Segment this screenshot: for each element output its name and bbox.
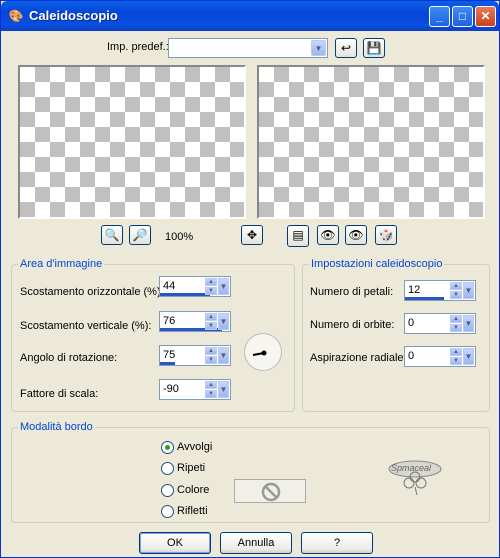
preset-label: Imp. predef.: <box>107 41 169 53</box>
spin-down-icon[interactable]: ▼ <box>205 390 217 398</box>
image-area-title: Area d'immagine <box>18 258 105 270</box>
v-offset-label: Scostamento verticale (%): <box>20 320 152 332</box>
reset-icon[interactable]: ↩ <box>335 38 357 58</box>
reflect-label[interactable]: Rifletti <box>177 505 208 517</box>
color-label[interactable]: Colore <box>177 484 209 496</box>
spin-up-icon[interactable]: ▲ <box>205 313 217 321</box>
chevron-down-icon[interactable]: ▼ <box>218 278 229 295</box>
spin-down-icon[interactable]: ▼ <box>450 324 462 332</box>
chevron-down-icon[interactable]: ▼ <box>463 282 474 299</box>
petals-value[interactable]: 12 <box>408 284 420 296</box>
disabled-icon <box>261 482 281 502</box>
randomize-icon[interactable]: 🎲 <box>375 225 397 245</box>
color-swatch[interactable] <box>234 479 306 503</box>
h-offset-label: Scostamento orizzontale (%): <box>20 286 164 298</box>
spiral-label: Aspirazione radiale: <box>310 352 407 364</box>
maximize-button[interactable]: □ <box>452 6 473 27</box>
spin-down-icon[interactable]: ▼ <box>450 357 462 365</box>
petals-label: Numero di petali: <box>310 286 394 298</box>
help-button[interactable]: ? <box>301 532 373 554</box>
h-offset-value[interactable]: 44 <box>163 280 175 292</box>
petals-spinner[interactable]: 12 ▲ ▼ ▼ <box>404 280 476 301</box>
proof-icon[interactable]: 👁 <box>317 225 339 245</box>
pan-icon[interactable]: ✥ <box>241 225 263 245</box>
h-offset-bar <box>160 293 211 296</box>
scale-label: Fattore di scala: <box>20 388 99 400</box>
kaleidoscope-settings-title: Impostazioni caleidoscopio <box>309 258 445 270</box>
v-offset-spinner[interactable]: 76 ▲ ▼ ▼ <box>159 311 231 332</box>
zoom-level: 100% <box>165 231 194 243</box>
edge-mode-title: Modalità bordo <box>18 421 95 433</box>
wrap-label[interactable]: Avvolgi <box>177 441 212 453</box>
angle-value[interactable]: 75 <box>163 349 175 361</box>
chevron-down-icon[interactable]: ▼ <box>218 313 229 330</box>
repeat-label[interactable]: Ripeti <box>177 462 205 474</box>
scale-spinner[interactable]: -90 ▲ ▼ ▼ <box>159 379 231 400</box>
preview-toggle-icon[interactable]: ▤ <box>287 225 309 247</box>
watermark-logo: Spmaceal <box>385 457 445 497</box>
zoom-in-icon[interactable]: 🔎 <box>129 225 151 245</box>
chevron-down-icon[interactable]: ▼ <box>463 315 474 332</box>
result-preview <box>257 65 485 219</box>
angle-spinner[interactable]: 75 ▲ ▼ ▼ <box>159 345 231 366</box>
spiral-value[interactable]: 0 <box>408 350 414 362</box>
chevron-down-icon[interactable]: ▼ <box>311 40 326 56</box>
spin-up-icon[interactable]: ▲ <box>450 315 462 323</box>
title-bar[interactable]: 🎨 Caleidoscopio _ □ ✕ <box>1 1 499 31</box>
spin-up-icon[interactable]: ▲ <box>450 282 462 290</box>
orbits-label: Numero di orbite: <box>310 319 395 331</box>
angle-label: Angolo di rotazione: <box>20 352 118 364</box>
color-radio[interactable] <box>161 484 174 497</box>
spiral-spinner[interactable]: 0 ▲ ▼ ▼ <box>404 346 476 367</box>
spin-up-icon[interactable]: ▲ <box>205 278 217 286</box>
spin-down-icon[interactable]: ▼ <box>205 356 217 364</box>
orbits-spinner[interactable]: 0 ▲ ▼ ▼ <box>404 313 476 334</box>
chevron-down-icon[interactable]: ▼ <box>463 348 474 365</box>
cancel-button[interactable]: Annulla <box>220 532 292 554</box>
spin-up-icon[interactable]: ▲ <box>205 381 217 389</box>
preset-select[interactable]: ▼ <box>168 38 328 58</box>
rotation-dial[interactable] <box>244 333 282 371</box>
angle-bar <box>160 362 175 365</box>
scale-value[interactable]: -90 <box>163 383 179 395</box>
repeat-radio[interactable] <box>161 462 174 475</box>
spin-down-icon[interactable]: ▼ <box>205 322 217 330</box>
spin-down-icon[interactable]: ▼ <box>450 291 462 299</box>
zoom-out-icon[interactable]: 🔍 <box>101 225 123 245</box>
minimize-button[interactable]: _ <box>429 6 450 27</box>
kaleidoscope-dialog: 🎨 Caleidoscopio _ □ ✕ Imp. predef.: ▼ ↩ … <box>0 0 500 558</box>
chevron-down-icon[interactable]: ▼ <box>218 347 229 364</box>
watermark-text: Spmaceal <box>391 463 432 473</box>
paint-shop-icon[interactable]: 🎨 <box>8 8 24 24</box>
spin-up-icon[interactable]: ▲ <box>450 348 462 356</box>
dial-needle-icon <box>252 350 267 356</box>
h-offset-spinner[interactable]: 44 ▲ ▼ ▼ <box>159 276 231 297</box>
ok-button[interactable]: OK <box>139 532 211 554</box>
auto-proof-icon[interactable]: 👁 <box>345 225 367 245</box>
reflect-radio[interactable] <box>161 505 174 518</box>
spin-up-icon[interactable]: ▲ <box>205 347 217 355</box>
save-icon[interactable]: 💾 <box>363 38 385 58</box>
wrap-radio[interactable] <box>161 441 174 454</box>
chevron-down-icon[interactable]: ▼ <box>218 381 229 398</box>
petals-bar <box>405 297 444 300</box>
close-button[interactable]: ✕ <box>475 6 496 27</box>
orbits-value[interactable]: 0 <box>408 317 414 329</box>
v-offset-value[interactable]: 76 <box>163 315 175 327</box>
spin-down-icon[interactable]: ▼ <box>205 287 217 295</box>
window-title: Caleidoscopio <box>29 8 118 23</box>
source-preview[interactable] <box>18 65 246 219</box>
